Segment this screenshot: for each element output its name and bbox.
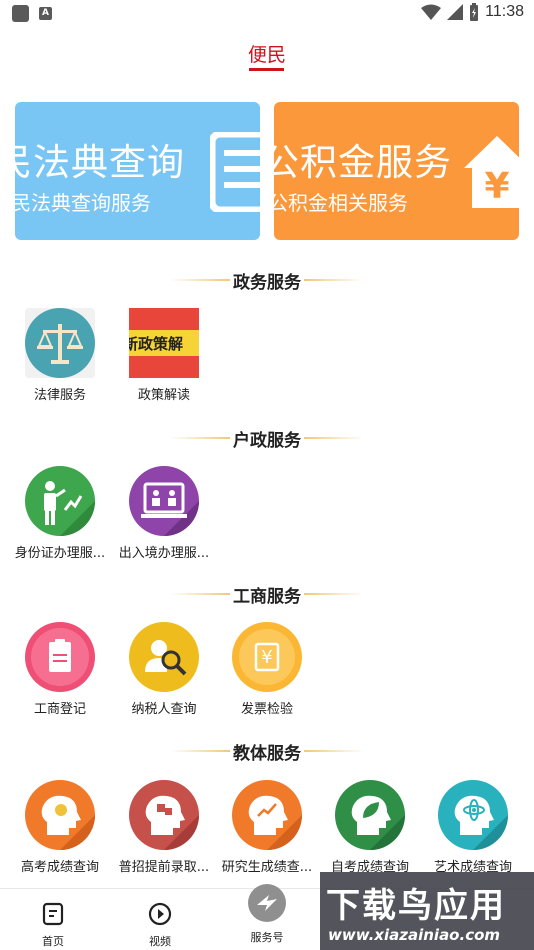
page-title: 便民 [247,44,286,66]
svg-text:¥: ¥ [261,647,272,668]
item-label: 工商登记 [33,702,86,717]
watermark-url: www.xiazainiao.com [328,926,501,944]
section-business-services: 工商服务 [0,582,534,607]
banner-title: 民法典查询 [15,141,185,184]
tab-label: 首页 [42,935,64,948]
play-icon [148,902,172,926]
head-lightbulb-icon [41,795,95,850]
item-label: 法律服务 [33,388,86,403]
page: A 11:38 便民 民法典查询 民法典查询服务 公积金服务 公积金相关服务 ¥ [0,0,534,950]
section-title: 工商服务 [233,587,301,607]
section-household-services: 户政服务 [0,426,534,451]
tab-home[interactable]: 首页 [13,889,93,950]
house-yuan-icon: ¥ [464,136,519,208]
clipboard-icon [31,628,89,686]
notification-icon [12,5,29,22]
self-study-score-item[interactable]: 自考成绩查询 [318,780,422,875]
presenter-icon [44,481,95,536]
section-education-services: 教体服务 [0,739,534,764]
document-icon [210,132,260,212]
head-chart-icon [248,795,302,850]
business-registration-item[interactable]: 工商登记 [8,622,112,717]
art-score-item[interactable]: 艺术成绩查询 [421,780,525,875]
head-atom-icon [454,795,508,850]
yuan-receipt-icon: ¥ [239,629,295,685]
tab-service[interactable]: 服务号 [227,884,307,950]
banner-title: 公积金服务 [274,141,452,184]
battery-icon [470,3,479,21]
taxpayer-query-item[interactable]: 纳税人查询 [112,622,216,717]
item-label: 普招提前录取... [118,860,210,875]
tab-label: 视频 [149,935,171,948]
invoice-check-item[interactable]: ¥ 发票检验 [215,622,319,717]
civil-code-banner[interactable]: 民法典查询 民法典查询服务 [15,102,260,240]
gaokao-score-item[interactable]: 高考成绩查询 [8,780,112,875]
watermark-title: 下载鸟应用 [326,886,506,926]
section-title: 政务服务 [233,273,301,293]
magnifier-person-icon [145,640,187,676]
item-label: 出入境办理服... [118,546,210,561]
item-label: 身份证办理服... [14,546,106,561]
banner-subtitle: 公积金相关服务 [274,191,408,215]
graduate-score-item[interactable]: 研究生成绩查... [215,780,319,875]
wifi-icon [421,4,442,20]
head-puzzle-icon [145,795,199,850]
svg-text:¥: ¥ [484,166,509,207]
status-time: 11:38 [485,3,524,20]
home-doc-icon [42,902,64,926]
scale-icon [25,308,95,378]
signal-icon [447,4,464,20]
policy-reading-item[interactable]: 新政策解 政策解读 [112,308,216,403]
policy-image-text: 新政策解 [129,335,184,353]
item-label: 研究生成绩查... [221,860,313,875]
exit-entry-item[interactable]: 出入境办理服... [112,466,216,561]
app-notification-icon: A [39,7,52,20]
monitor-users-icon [141,482,199,536]
early-admission-item[interactable]: 普招提前录取... [112,780,216,875]
tab-video[interactable]: 视频 [120,889,200,950]
banner-subtitle: 民法典查询服务 [15,191,151,215]
watermark: 下载鸟应用 www.xiazainiao.com [320,872,534,950]
section-title: 教体服务 [233,744,301,764]
title-underline [249,68,284,71]
head-leaf-icon [351,795,405,850]
section-gov-services: 政务服务 [0,268,534,293]
id-card-item[interactable]: 身份证办理服... [8,466,112,561]
section-title: 户政服务 [233,431,301,451]
housing-fund-banner[interactable]: 公积金服务 公积金相关服务 ¥ [274,102,519,240]
legal-service-item[interactable]: 法律服务 [8,308,112,403]
status-bar: A 11:38 [0,0,534,28]
item-label: 纳税人查询 [131,702,197,717]
item-label: 发票检验 [240,702,293,717]
item-label: 政策解读 [137,388,190,403]
tab-label: 服务号 [250,931,284,944]
service-logo-icon [248,884,286,922]
item-label: 高考成绩查询 [20,860,99,875]
